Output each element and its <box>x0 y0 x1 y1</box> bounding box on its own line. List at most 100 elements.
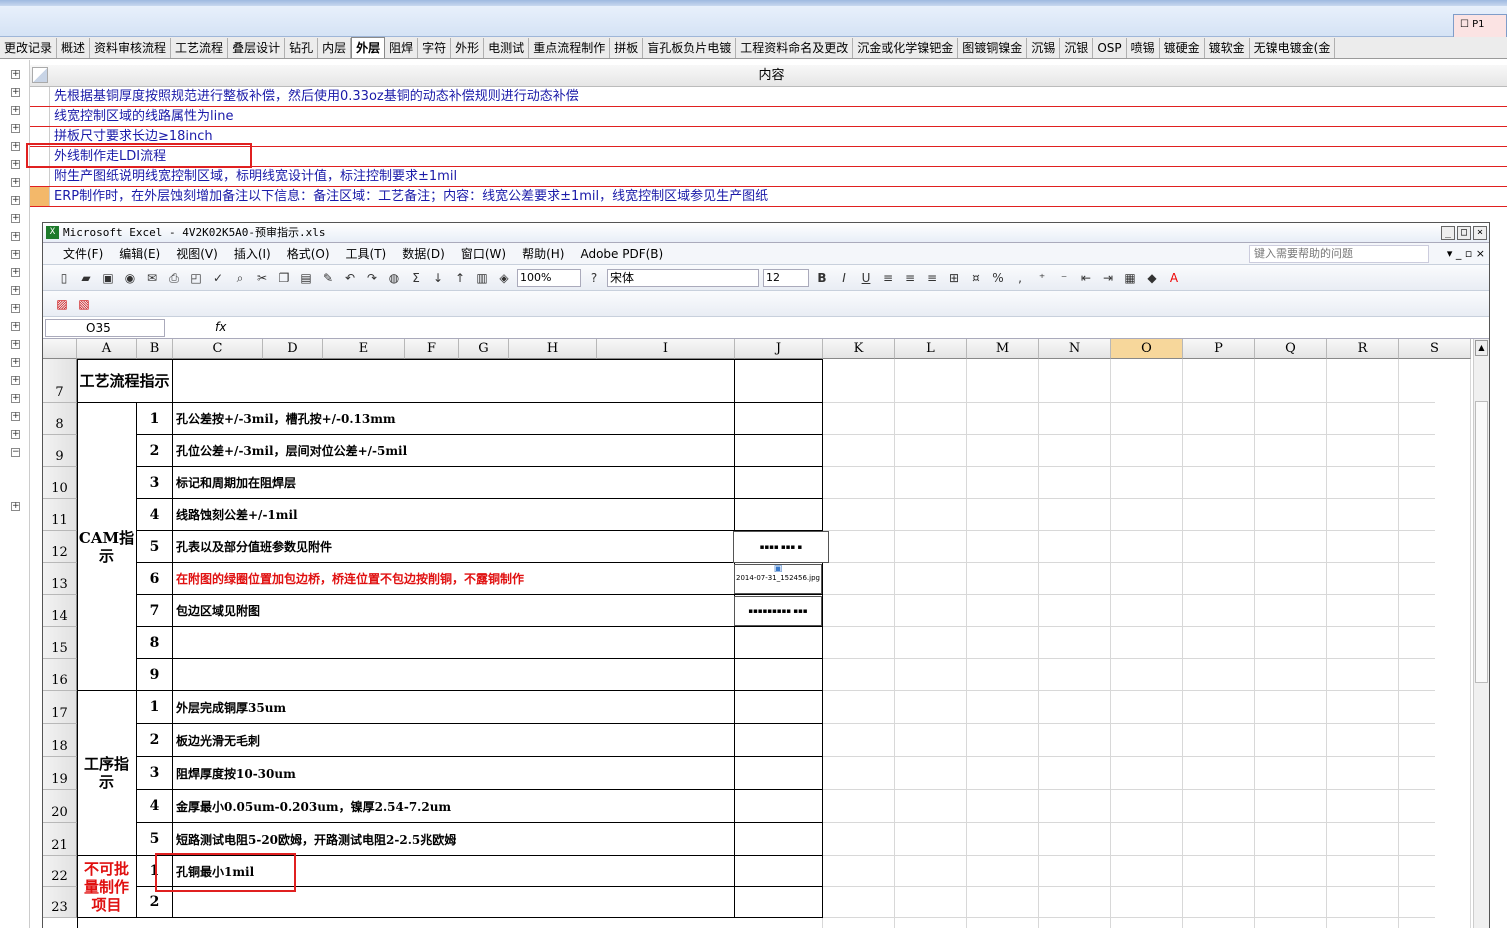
col-header-D[interactable]: D <box>263 339 323 359</box>
tab-21[interactable]: 喷锡 <box>1127 38 1160 58</box>
tree-expand-icon[interactable]: + <box>11 106 20 115</box>
proc-no-4[interactable]: 4 <box>137 790 173 823</box>
row-header-9[interactable]: 9 <box>43 435 77 467</box>
tab-2[interactable]: 资料审核流程 <box>90 38 172 58</box>
tree-expand-icon[interactable]: + <box>11 340 20 349</box>
cam-no-6[interactable]: 6 <box>137 563 173 595</box>
decrease-decimal-icon[interactable]: ⁻ <box>1055 269 1073 287</box>
comma-icon[interactable]: , <box>1011 269 1029 287</box>
tree-expand-icon[interactable]: + <box>11 142 20 151</box>
cell-j23[interactable] <box>735 887 823 918</box>
tab-1[interactable]: 概述 <box>57 38 91 58</box>
formula-input[interactable] <box>233 319 1487 337</box>
tab-12[interactable]: 重点流程制作 <box>529 38 611 58</box>
tree-expand-icon[interactable]: + <box>11 88 20 97</box>
row-header-16[interactable]: 16 <box>43 659 77 691</box>
cell-j22[interactable] <box>735 856 823 887</box>
col-header-C[interactable]: C <box>173 339 263 359</box>
col-header-G[interactable]: G <box>459 339 509 359</box>
redo-icon[interactable]: ↷ <box>363 269 381 287</box>
tree-expand-icon[interactable]: + <box>11 394 20 403</box>
nobatch-no-1[interactable]: 1 <box>137 856 173 887</box>
tab-9[interactable]: 字符 <box>418 38 452 58</box>
grid-row[interactable]: 拼板尺寸要求长边≥18inch <box>30 127 1507 147</box>
menu-item-2[interactable]: 视图(V) <box>176 243 218 265</box>
font-color-icon[interactable]: A <box>1165 269 1183 287</box>
autosum-icon[interactable]: Σ <box>407 269 425 287</box>
nobatch-text-1[interactable]: 孔铜最小1mil <box>173 856 735 887</box>
undo-icon[interactable]: ↶ <box>341 269 359 287</box>
row-header-8[interactable]: 8 <box>43 403 77 435</box>
align-center-icon[interactable]: ≡ <box>901 269 919 287</box>
menu-item-3[interactable]: 插入(I) <box>234 243 271 265</box>
section-cam[interactable]: CAM指示 <box>77 403 137 691</box>
proc-no-3[interactable]: 3 <box>137 757 173 790</box>
tab-18[interactable]: 沉锡 <box>1027 38 1061 58</box>
tab-23[interactable]: 镀软金 <box>1205 38 1250 58</box>
cell-j15[interactable] <box>735 627 823 659</box>
grid-row[interactable]: ERP制作时，在外层蚀刻增加备注以下信息：备注区域：工艺备注；内容：线宽公差要求… <box>30 187 1507 207</box>
row-header-18[interactable]: 18 <box>43 724 77 757</box>
open-icon[interactable]: ▰ <box>77 269 95 287</box>
proc-no-1[interactable]: 1 <box>137 691 173 724</box>
grid-row[interactable]: 线宽控制区域的线路属性为line <box>30 107 1507 127</box>
print-preview-icon[interactable]: ◰ <box>187 269 205 287</box>
tree-expand-icon[interactable]: + <box>11 160 20 169</box>
tree-expand-icon[interactable]: + <box>11 412 20 421</box>
cell-j9[interactable] <box>735 435 823 467</box>
cam-no-7[interactable]: 7 <box>137 595 173 627</box>
bold-icon[interactable]: B <box>813 269 831 287</box>
col-header-F[interactable]: F <box>405 339 459 359</box>
cell-c7[interactable] <box>173 359 735 403</box>
proc-text-4[interactable]: 金厚最小0.05um-0.203um，镍厚2.54-7.2um <box>173 790 735 823</box>
cam-text-5[interactable]: 孔表以及部分值班参数见附件 <box>173 531 735 563</box>
fx-icon[interactable]: fx <box>215 320 226 334</box>
row-header-22[interactable]: 22 <box>43 856 77 887</box>
menu-item-1[interactable]: 编辑(E) <box>119 243 160 265</box>
menu-item-4[interactable]: 格式(O) <box>287 243 330 265</box>
row-header-7[interactable]: 7 <box>43 359 77 403</box>
col-header-R[interactable]: R <box>1327 339 1399 359</box>
tab-22[interactable]: 镀硬金 <box>1160 38 1205 58</box>
drawing-icon[interactable]: ◈ <box>495 269 513 287</box>
tab-20[interactable]: OSP <box>1093 38 1127 58</box>
proc-text-1[interactable]: 外层完成铜厚35um <box>173 691 735 724</box>
proc-text-2[interactable]: 板边光滑无毛刺 <box>173 724 735 757</box>
cam-no-1[interactable]: 1 <box>137 403 173 435</box>
cam-text-8[interactable] <box>173 627 735 659</box>
tab-4[interactable]: 叠层设计 <box>228 38 286 58</box>
row-header-12[interactable]: 12 <box>43 531 77 563</box>
col-header-O[interactable]: O <box>1111 339 1183 359</box>
hyperlink-icon[interactable]: ◍ <box>385 269 403 287</box>
paste-icon[interactable]: ▤ <box>297 269 315 287</box>
new-icon[interactable]: ▯ <box>55 269 73 287</box>
tab-15[interactable]: 工程资料命名及更改 <box>736 38 854 58</box>
sort-desc-icon[interactable]: ↑ <box>451 269 469 287</box>
zoom-select[interactable]: 100% <box>517 269 581 287</box>
tab-5[interactable]: 钻孔 <box>285 38 319 58</box>
pdf-mail-icon[interactable]: ▧ <box>75 295 93 313</box>
tab-0[interactable]: 更改记录 <box>0 38 58 58</box>
tab-17[interactable]: 图镀铜镍金 <box>958 38 1028 58</box>
cam-text-9[interactable] <box>173 659 735 691</box>
cam-text-2[interactable]: 孔位公差+/-3mil，层间对位公差+/-5mil <box>173 435 735 467</box>
merge-center-icon[interactable]: ⊞ <box>945 269 963 287</box>
tree-expand-icon[interactable]: + <box>11 304 20 313</box>
tab-3[interactable]: 工艺流程 <box>171 38 229 58</box>
cell-j21[interactable] <box>735 823 823 856</box>
sort-asc-icon[interactable]: ↓ <box>429 269 447 287</box>
cam-no-2[interactable]: 2 <box>137 435 173 467</box>
f1-box[interactable]: ☐ P1 <box>1453 14 1507 38</box>
align-left-icon[interactable]: ≡ <box>879 269 897 287</box>
format-painter-icon[interactable]: ✎ <box>319 269 337 287</box>
tree-expand-icon[interactable]: + <box>11 70 20 79</box>
borders-icon[interactable]: ▦ <box>1121 269 1139 287</box>
row-header-15[interactable]: 15 <box>43 627 77 659</box>
col-header-B[interactable]: B <box>137 339 173 359</box>
select-all-cell[interactable] <box>43 339 77 359</box>
cell-j19[interactable] <box>735 757 823 790</box>
tab-14[interactable]: 盲孔板负片电镀 <box>643 38 737 58</box>
increase-decimal-icon[interactable]: ⁺ <box>1033 269 1051 287</box>
mail-icon[interactable]: ✉ <box>143 269 161 287</box>
doc-window-icons[interactable]: ▾ _ ▫ × <box>1447 243 1485 265</box>
